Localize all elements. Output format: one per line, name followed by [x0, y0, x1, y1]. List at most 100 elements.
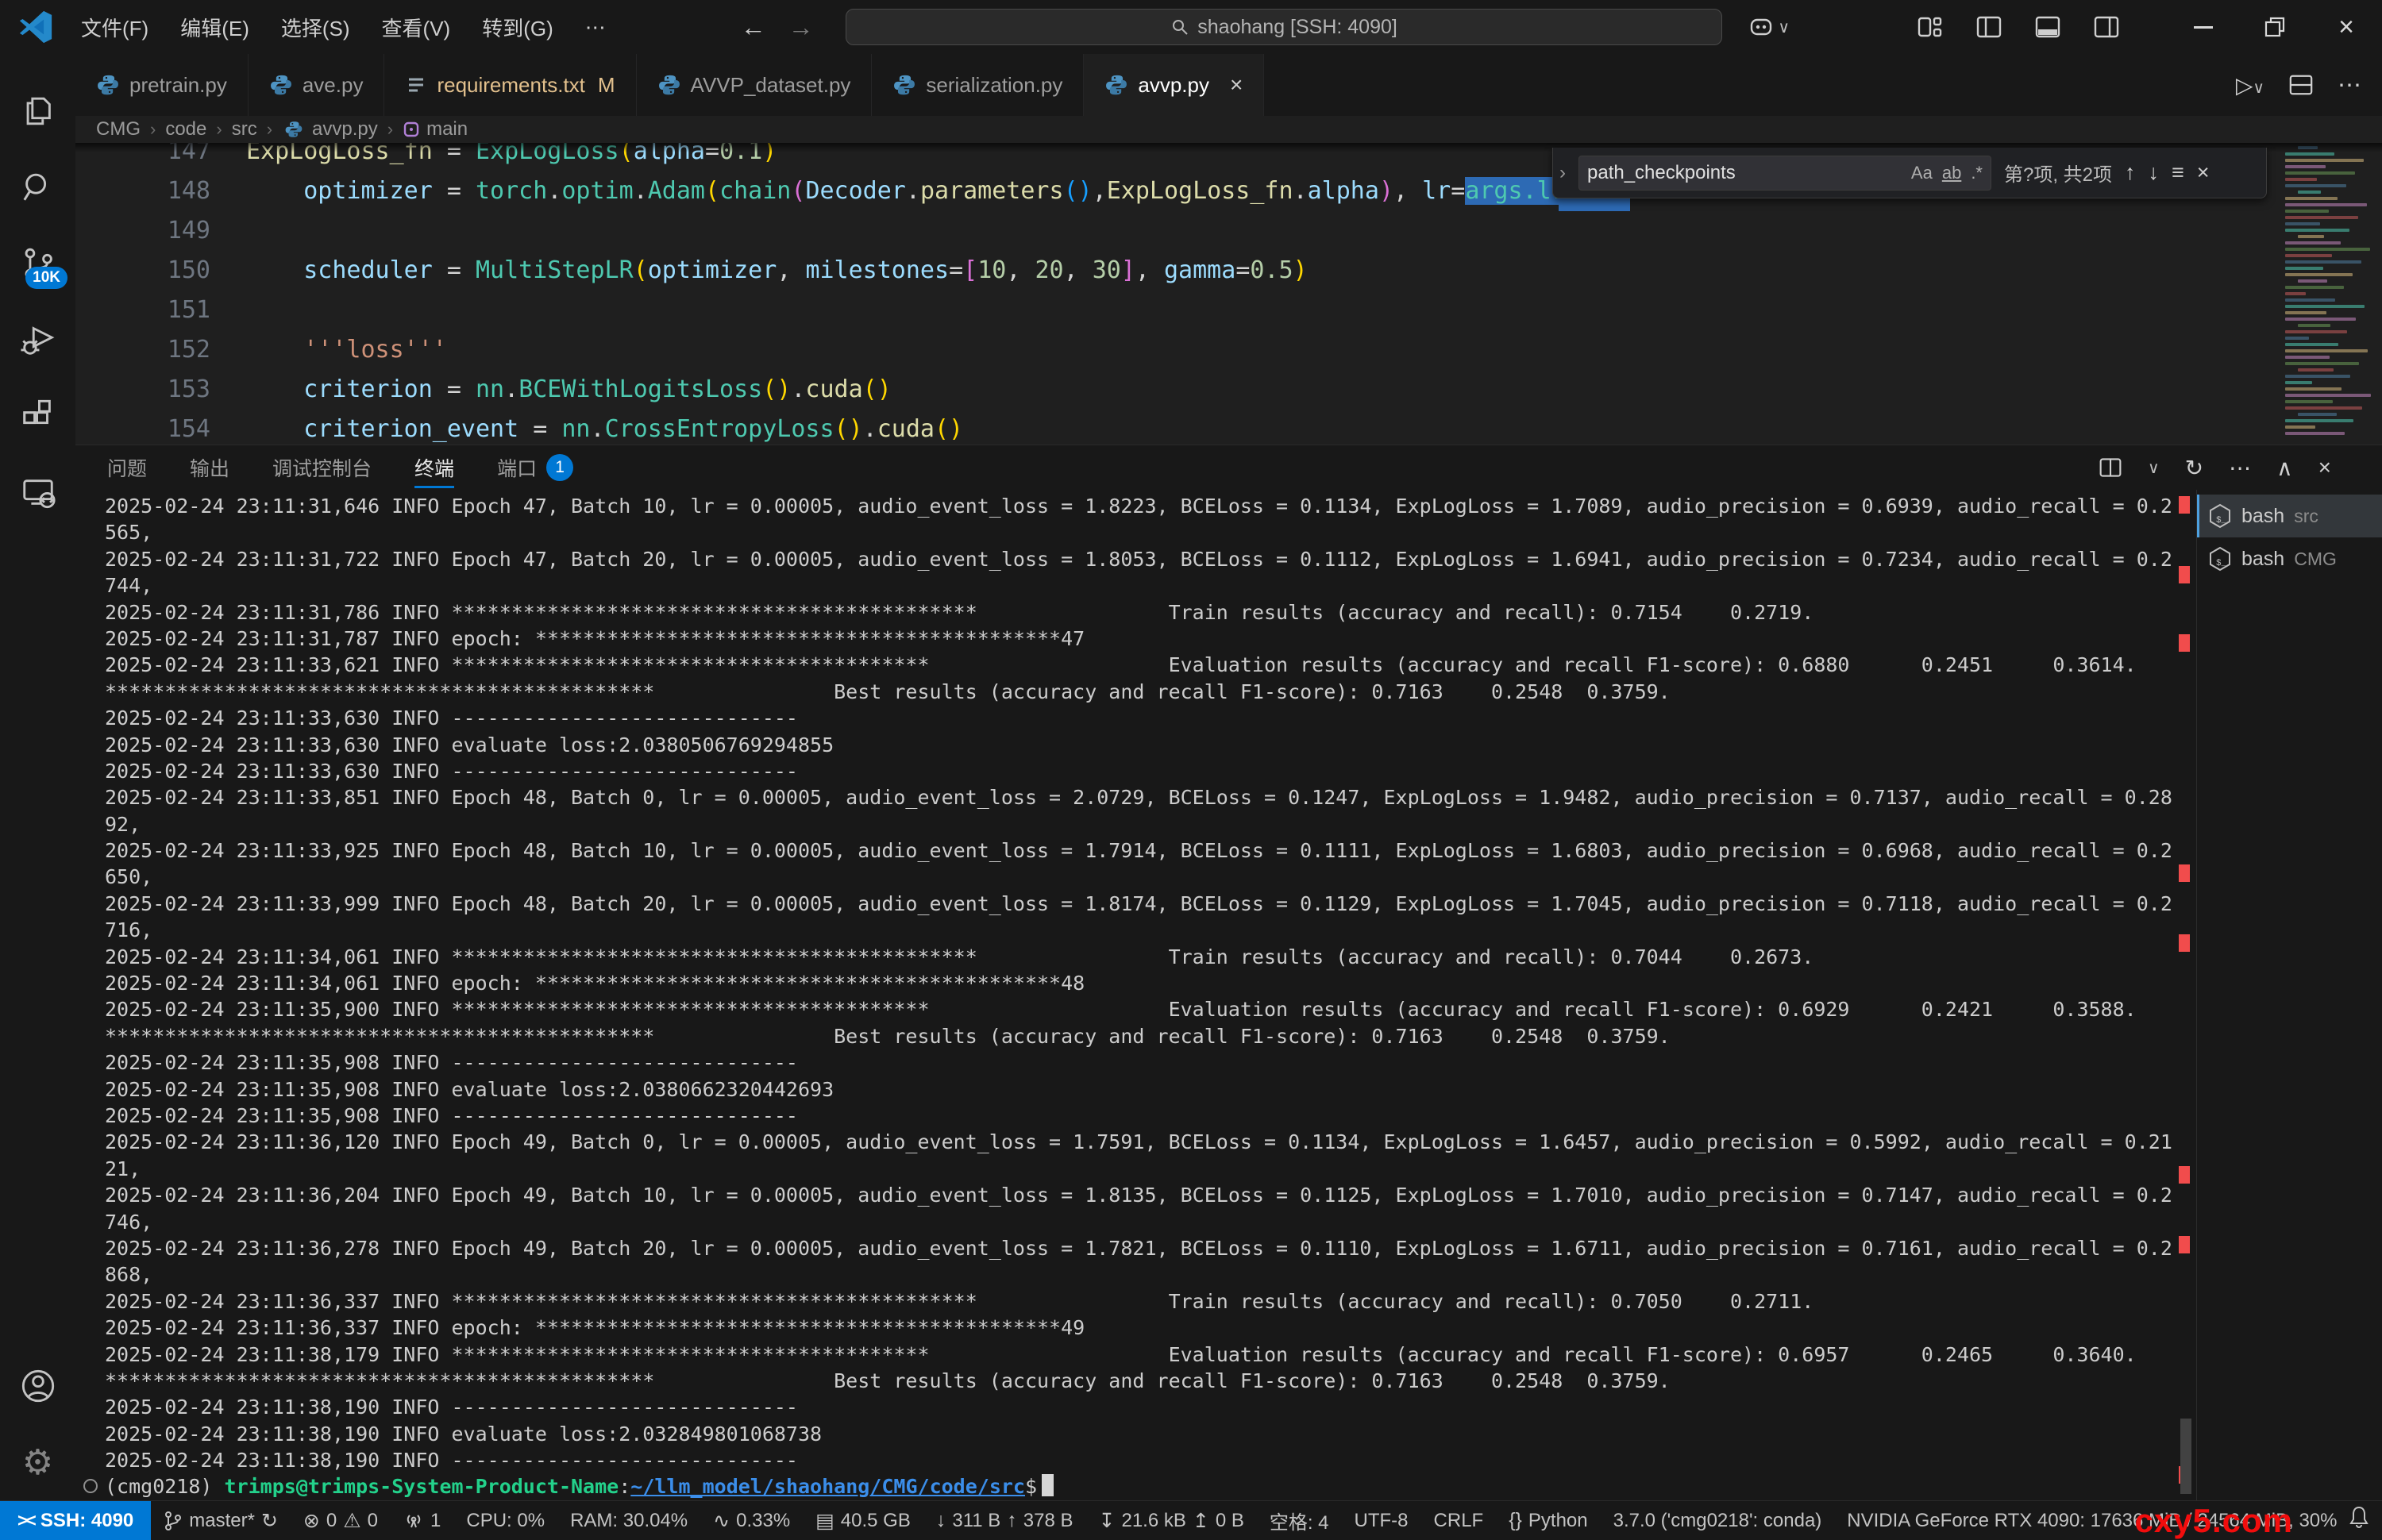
breadcrumb-separator: › — [267, 119, 272, 140]
line-number: 151 — [75, 291, 246, 330]
explorer-icon[interactable] — [0, 73, 75, 149]
relaunch-icon[interactable]: ↻ — [2185, 455, 2203, 481]
source-control-icon[interactable]: 10K — [0, 225, 75, 302]
expand-replace-icon[interactable]: › — [1559, 162, 1566, 184]
breadcrumb-item-CMG[interactable]: CMG — [96, 118, 141, 141]
next-match-icon[interactable]: ↓ — [2149, 160, 2160, 185]
git-branch-item[interactable]: master* ↻ — [151, 1501, 291, 1540]
terminal-prompt[interactable]: (cmg0218) trimps@trimps-System-Product-N… — [105, 1473, 2181, 1500]
split-terminal-icon[interactable] — [2099, 456, 2122, 479]
command-center-search[interactable]: shaohang [SSH: 4090] — [846, 9, 1723, 45]
breadcrumb-item-src[interactable]: src — [232, 118, 257, 141]
run-debug-icon[interactable] — [0, 302, 75, 378]
code-line[interactable]: 154 criterion_event = nn.CrossEntropyLos… — [75, 410, 2271, 445]
restore-button[interactable] — [2239, 0, 2311, 54]
account-icon[interactable] — [0, 1348, 75, 1424]
ports-item[interactable]: 1 — [391, 1501, 453, 1540]
minimize-button[interactable] — [2168, 0, 2239, 54]
chevron-down-icon: ∨ — [1778, 17, 1790, 37]
close-tab-icon[interactable]: × — [1230, 72, 1243, 98]
whole-word-icon[interactable]: ab — [1942, 163, 1961, 183]
remote-explorer-icon[interactable] — [0, 454, 75, 530]
customize-layout-icon[interactable] — [1917, 15, 1944, 39]
terminal-dropdown-icon[interactable]: ∨ — [2148, 458, 2160, 478]
python-interpreter-item[interactable]: 3.7.0 ('cmg0218': conda) — [1601, 1501, 1835, 1540]
terminal-session-CMG[interactable]: $_bashCMG — [2197, 537, 2382, 580]
code-line[interactable]: 152 '''loss''' — [75, 330, 2271, 370]
close-panel-icon[interactable]: × — [2318, 455, 2331, 480]
search-sidebar-icon[interactable] — [0, 149, 75, 225]
breadcrumb-item-code[interactable]: code — [165, 118, 206, 141]
match-case-icon[interactable]: Aa — [1911, 163, 1933, 183]
language-item[interactable]: {} Python — [1496, 1501, 1600, 1540]
problems-item[interactable]: ⊗0 ⚠0 — [291, 1501, 391, 1540]
eol-item[interactable]: CRLF — [1421, 1501, 1497, 1540]
panel-more-icon[interactable]: ⋯ — [2229, 455, 2251, 481]
menu-item[interactable]: 文件(F) — [65, 6, 164, 48]
menu-item[interactable]: 编辑(E) — [164, 6, 265, 48]
remote-icon: >< — [17, 1510, 34, 1531]
menu-item[interactable]: ⋯ — [569, 9, 622, 46]
panel-tab-输出[interactable]: 输出 — [190, 445, 229, 490]
tab-avvp.py[interactable]: avvp.py× — [1084, 54, 1264, 116]
search-text: shaohang [SSH: 4090] — [1197, 16, 1397, 39]
terminal-session-src[interactable]: $_bashsrc — [2197, 495, 2382, 537]
transfer-item[interactable]: ↧21.6 kB ↥0 B — [1086, 1501, 1257, 1540]
back-button[interactable]: ← — [741, 13, 766, 42]
run-python-button[interactable]: ▷∨ — [2236, 72, 2264, 98]
terminal-line: 92, — [105, 811, 2181, 837]
editor-more-actions-icon[interactable]: ⋯ — [2338, 71, 2361, 99]
close-window-button[interactable]: × — [2311, 0, 2382, 54]
status-bar: >< SSH: 4090 master* ↻ ⊗0 ⚠0 1 CPU: 0% R… — [0, 1500, 2382, 1540]
tab-label: serialization.py — [926, 73, 1062, 98]
code-line[interactable]: 150 scheduler = MultiStepLR(optimizer, m… — [75, 251, 2271, 291]
settings-gear-icon[interactable]: ⚙ — [0, 1424, 75, 1500]
breadcrumb-item-main[interactable]: main — [403, 118, 468, 141]
line-number: 153 — [75, 370, 246, 410]
ram-item[interactable]: RAM: 30.04% — [557, 1501, 700, 1540]
toggle-panel-icon[interactable] — [2034, 15, 2061, 39]
notifications-bell-icon[interactable] — [2347, 1504, 2371, 1534]
encoding-item[interactable]: UTF-8 — [1342, 1501, 1421, 1540]
maximize-panel-icon[interactable]: ∧ — [2276, 455, 2293, 481]
panel-tab-调试控制台[interactable]: 调试控制台 — [272, 445, 372, 490]
tab-requirements.txt[interactable]: requirements.txtM — [384, 54, 636, 116]
split-editor-icon[interactable] — [2288, 73, 2314, 97]
tab-AVVP_dataset.py[interactable]: AVVP_dataset.py — [637, 54, 873, 116]
menu-item[interactable]: 查看(V) — [366, 6, 467, 48]
terminal-scrollbar[interactable] — [2180, 1419, 2191, 1494]
close-find-icon[interactable]: × — [2197, 160, 2210, 185]
copilot-button[interactable]: ∨ — [1749, 17, 1790, 37]
toggle-secondary-sidebar-icon[interactable] — [2093, 15, 2120, 39]
network-io-item[interactable]: ↓311 B ↑378 B — [923, 1501, 1086, 1540]
previous-match-icon[interactable]: ↑ — [2125, 160, 2136, 185]
tab-serialization.py[interactable]: serialization.py — [872, 54, 1084, 116]
toggle-sidebar-icon[interactable] — [1975, 15, 2002, 39]
breadcrumb-item-avvp.py[interactable]: avvp.py — [282, 117, 378, 141]
extensions-icon[interactable] — [0, 378, 75, 454]
find-in-selection-icon[interactable]: ≡ — [2172, 160, 2184, 185]
regex-icon[interactable]: .* — [1971, 163, 1983, 183]
panel-tab-问题[interactable]: 问题 — [107, 445, 147, 490]
tab-ave.py[interactable]: ave.py — [249, 54, 385, 116]
forward-button[interactable]: → — [788, 13, 814, 42]
tab-pretrain.py[interactable]: pretrain.py — [75, 54, 249, 116]
disk-item[interactable]: ▤40.5 GB — [803, 1501, 923, 1540]
menu-item[interactable]: 转到(G) — [466, 6, 569, 48]
code-editor[interactable]: 147ExpLogLoss_fn = ExpLogLoss(alpha=0.1)… — [75, 143, 2382, 445]
error-decoration-mark — [2179, 1236, 2190, 1253]
cpu-item[interactable]: CPU: 0% — [453, 1501, 557, 1540]
code-line[interactable]: 149 — [75, 211, 2271, 251]
menu-item[interactable]: 选择(S) — [265, 6, 366, 48]
indent-item[interactable]: 空格: 4 — [1257, 1501, 1342, 1540]
minimap[interactable] — [2277, 143, 2379, 445]
terminal[interactable]: 2025-02-24 23:11:31,646 INFO Epoch 47, B… — [75, 493, 2181, 1500]
find-input[interactable]: path_checkpoints Aa ab .* — [1578, 156, 1991, 191]
net-usage-item[interactable]: ∿0.33% — [700, 1501, 803, 1540]
panel-tab-端口[interactable]: 端口1 — [497, 445, 573, 490]
gpu-item[interactable]: NVIDIA GeForce RTX 4090: 17636 MiB / 245… — [1834, 1501, 2382, 1540]
code-line[interactable]: 153 criterion = nn.BCEWithLogitsLoss().c… — [75, 370, 2271, 410]
code-line[interactable]: 151 — [75, 291, 2271, 330]
remote-indicator[interactable]: >< SSH: 4090 — [0, 1501, 151, 1540]
panel-tab-终端[interactable]: 终端 — [414, 445, 454, 490]
